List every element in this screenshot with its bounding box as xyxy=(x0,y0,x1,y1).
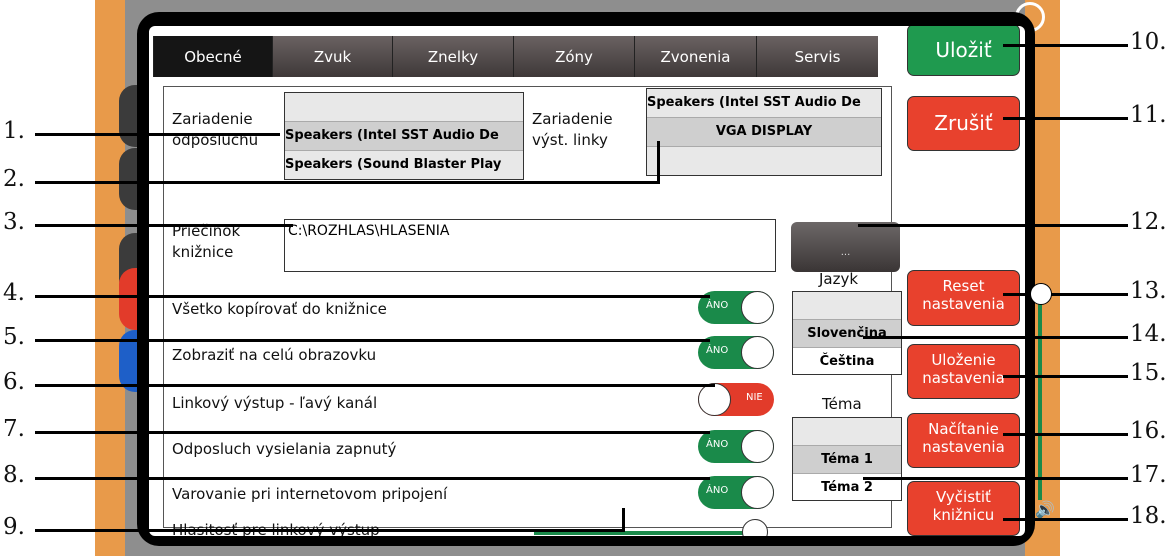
callout-number: 2. xyxy=(3,166,25,192)
toggle-state: NIE xyxy=(746,392,763,403)
theme-list[interactable]: Téma 1 Téma 2 xyxy=(792,417,902,501)
callout-leader xyxy=(35,133,280,136)
callout-leader xyxy=(35,431,710,434)
settings-content: Obecné Zvuk Znelky Zóny Zvonenia Servis … xyxy=(149,26,1025,536)
library-label: Priečinok knižnice xyxy=(172,222,241,261)
monitor-device-label: Zariadenie odposluchu xyxy=(172,110,259,149)
toggle-state: ÁNO xyxy=(706,345,729,356)
callout-leader xyxy=(622,508,625,532)
save-settings-button[interactable]: Uloženie nastavenia xyxy=(907,344,1020,399)
callout-leader xyxy=(863,336,1128,339)
bg-volume-bar xyxy=(1038,300,1042,500)
callout-leader xyxy=(35,339,710,342)
line-device-label: Zariadenie výst. linky xyxy=(532,110,613,149)
toggle-label: Varovanie pri internetovom pripojení xyxy=(172,485,448,503)
callout-number: 17. xyxy=(1130,462,1167,488)
callout-leader xyxy=(35,224,293,227)
callout-number: 12. xyxy=(1130,209,1167,235)
list-item-selected[interactable]: Speakers (Intel SST Audio De xyxy=(285,121,523,150)
clear-library-button[interactable]: Vyčistiť knižnicu xyxy=(907,481,1020,536)
toggle-knob xyxy=(741,430,774,463)
theme-title: Téma xyxy=(822,395,862,413)
toggle-knob xyxy=(741,336,774,369)
toggle-knob xyxy=(741,291,774,324)
callout-number: 7. xyxy=(3,416,25,442)
callout-number: 6. xyxy=(3,369,25,395)
monitor-broadcast-toggle[interactable]: ÁNO xyxy=(698,430,774,463)
tab-jingles[interactable]: Znelky xyxy=(392,36,513,77)
callout-leader xyxy=(657,141,660,183)
language-title: Jazyk xyxy=(819,270,859,288)
callout-number: 10. xyxy=(1130,29,1167,55)
monitor-device-list[interactable]: Speakers (Intel SST Audio De Speakers (S… xyxy=(284,92,524,180)
toggle-state: ÁNO xyxy=(706,439,729,450)
list-item[interactable]: Čeština xyxy=(793,347,901,374)
tab-bells[interactable]: Zvonenia xyxy=(634,36,756,77)
callout-leader xyxy=(1003,117,1128,120)
list-item[interactable]: Speakers (Sound Blaster Play xyxy=(285,150,523,179)
callout-leader xyxy=(35,295,710,298)
tab-sound[interactable]: Zvuk xyxy=(272,36,392,77)
line-device-list[interactable]: Speakers (Intel SST Audio De VGA DISPLAY xyxy=(646,88,882,176)
callout-number: 1. xyxy=(3,118,25,144)
library-path-input[interactable]: C:\ROZHLAS\HLASENIA xyxy=(284,219,776,272)
toggle-label: Zobraziť na celú obrazovku xyxy=(172,346,377,364)
toggle-knob xyxy=(741,476,774,509)
left-channel-toggle[interactable]: NIE xyxy=(698,383,774,416)
toggle-state: ÁNO xyxy=(706,485,729,496)
callout-leader xyxy=(35,384,715,387)
toggle-label: Odposluch vysielania zapnutý xyxy=(172,440,397,458)
volume-slider-handle[interactable] xyxy=(742,519,768,536)
toggle-knob xyxy=(698,383,731,416)
callout-number: 14. xyxy=(1130,321,1167,347)
list-item[interactable] xyxy=(647,146,881,175)
reset-settings-button[interactable]: Reset nastavenia xyxy=(907,270,1020,326)
callout-number: 18. xyxy=(1130,503,1167,529)
callout-leader xyxy=(1003,293,1128,296)
list-item-selected[interactable]: Slovenčina xyxy=(793,319,901,347)
callout-leader xyxy=(1003,433,1128,436)
language-list[interactable]: Slovenčina Čeština xyxy=(792,291,902,375)
callout-leader xyxy=(1003,518,1128,521)
tab-service[interactable]: Servis xyxy=(756,36,878,77)
callout-number: 4. xyxy=(3,280,25,306)
callout-number: 3. xyxy=(3,209,25,235)
callout-leader xyxy=(1003,375,1128,378)
list-item-selected[interactable]: VGA DISPLAY xyxy=(647,117,881,146)
save-button[interactable]: Uložiť xyxy=(907,26,1020,76)
toggle-label: Linkový výstup - ľavý kanál xyxy=(172,394,378,412)
callout-number: 9. xyxy=(3,514,25,540)
load-settings-button[interactable]: Načítanie nastavenia xyxy=(907,413,1020,468)
list-item[interactable] xyxy=(285,93,523,121)
callout-leader xyxy=(35,477,710,480)
tab-zones[interactable]: Zóny xyxy=(513,36,634,77)
callout-number: 8. xyxy=(3,462,25,488)
list-item[interactable]: Speakers (Intel SST Audio De xyxy=(647,89,881,117)
browse-button[interactable]: ... xyxy=(791,222,900,272)
callout-number: 16. xyxy=(1130,418,1167,444)
callout-number: 5. xyxy=(3,324,25,350)
callout-leader xyxy=(858,224,1128,227)
toggle-label: Všetko kopírovať do knižnice xyxy=(172,300,387,318)
list-item[interactable] xyxy=(793,418,901,445)
list-item[interactable]: Téma 1 xyxy=(793,445,901,473)
callout-leader xyxy=(35,181,660,184)
general-panel: Zariadenie odposluchu Speakers (Intel SST… xyxy=(163,86,902,536)
callout-number: 13. xyxy=(1130,278,1167,304)
volume-label: Hlasitosť pre linkový výstup xyxy=(172,520,380,536)
callout-marker xyxy=(1030,283,1052,305)
speaker-icon: 🔊 xyxy=(1035,500,1055,519)
callout-leader xyxy=(1003,44,1128,47)
internet-warning-toggle[interactable]: ÁNO xyxy=(698,476,774,509)
callout-leader xyxy=(35,529,625,532)
callout-leader xyxy=(863,477,1128,480)
callout-number: 15. xyxy=(1130,360,1167,386)
toggle-state: ÁNO xyxy=(706,300,729,311)
callout-number: 11. xyxy=(1130,102,1167,128)
settings-window: Obecné Zvuk Znelky Zóny Zvonenia Servis … xyxy=(137,12,1035,546)
cancel-button[interactable]: Zrušiť xyxy=(907,96,1020,151)
tab-general[interactable]: Obecné xyxy=(153,36,272,77)
list-item[interactable] xyxy=(793,292,901,319)
